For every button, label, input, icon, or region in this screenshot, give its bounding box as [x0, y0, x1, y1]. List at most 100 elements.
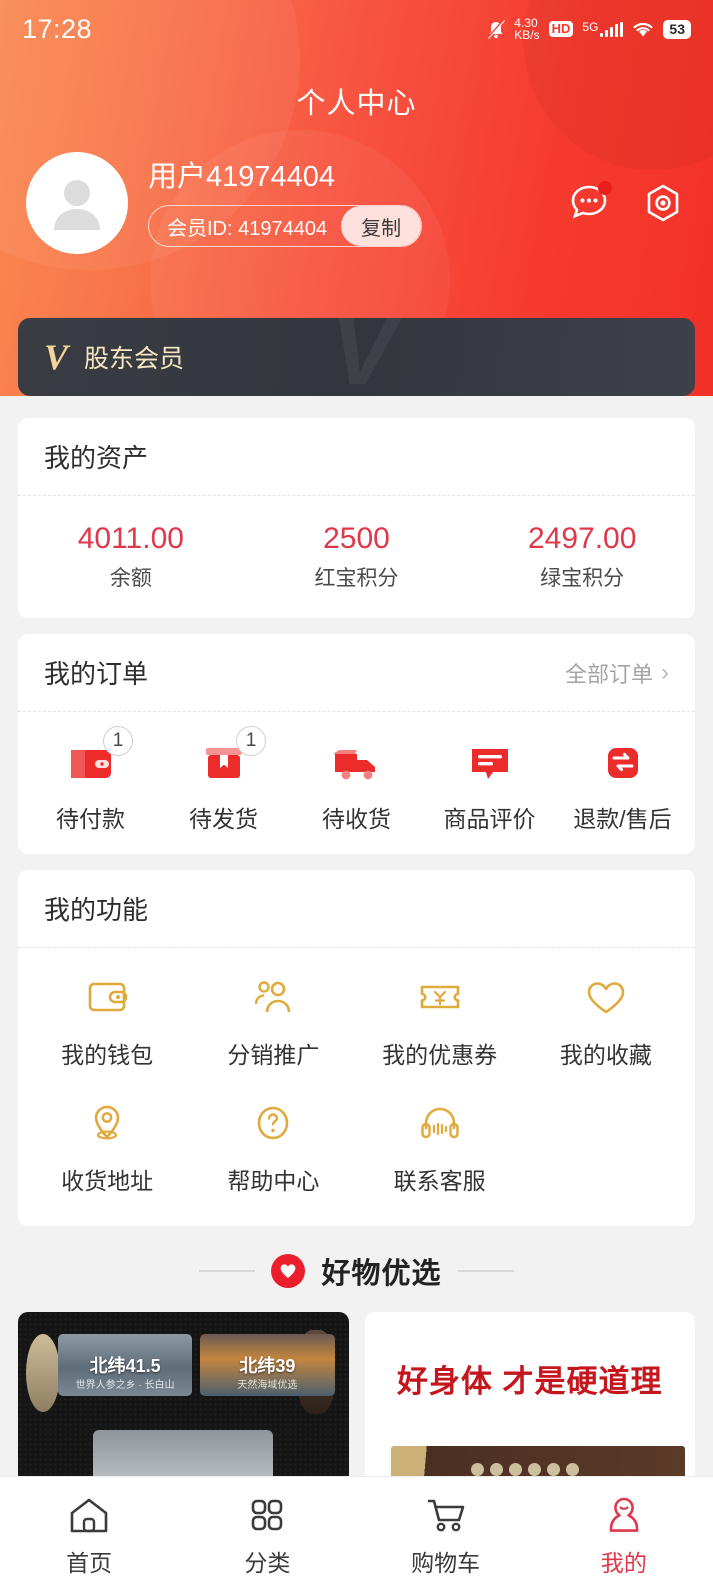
wifi-icon [632, 20, 654, 38]
function-item-favorites[interactable]: 我的收藏 [523, 970, 689, 1070]
asset-item[interactable]: 2497.00 绿宝积分 [469, 520, 695, 592]
tab-category[interactable]: 分类 [178, 1492, 356, 1578]
recommend-title: 好物优选 [321, 1258, 442, 1290]
asset-label: 余额 [109, 567, 152, 590]
asset-item[interactable]: 4011.00 余额 [18, 520, 244, 592]
settings-hexagon-icon[interactable] [639, 179, 687, 227]
function-label: 帮助中心 [227, 1168, 320, 1194]
function-label: 收货地址 [61, 1168, 154, 1194]
orders-card-header: 我的订单 全部订单 › [18, 634, 695, 712]
wallet-icon [24, 734, 157, 790]
vip-ghost-logo: V [330, 318, 395, 396]
tab-home[interactable]: 首页 [0, 1492, 178, 1578]
member-id-label: 会员ID: 41974404 [167, 217, 328, 240]
order-label: 商品评价 [443, 806, 536, 832]
function-label: 我的收藏 [559, 1042, 652, 1068]
order-item-pending-payment[interactable]: 1 待付款 [24, 726, 157, 834]
goods-list: 北纬41.5 世界人参之乡 · 长白山 北纬39 天然海域优选 好身体 才是硬道… [0, 1312, 713, 1492]
function-item-service[interactable]: 联系客服 [357, 1096, 523, 1196]
tab-profile[interactable]: 我的 [535, 1492, 713, 1578]
order-item-refund[interactable]: 退款/售后 [556, 734, 689, 834]
all-orders-label: 全部订单 [564, 661, 653, 687]
box-dot [470, 1462, 484, 1476]
order-item-pending-receipt[interactable]: 待收货 [290, 734, 423, 834]
orders-title: 我的订单 [44, 659, 149, 689]
order-item-review[interactable]: 商品评价 [423, 734, 556, 834]
order-label: 退款/售后 [573, 806, 672, 832]
page-title: 个人中心 [296, 88, 417, 120]
tab-label: 购物车 [411, 1550, 481, 1576]
header-actions [565, 179, 687, 227]
asset-value: 2500 [323, 522, 390, 555]
refund-icon [556, 734, 689, 790]
signal-strength-bars [600, 21, 624, 37]
function-item-coupon[interactable]: 我的优惠券 [357, 970, 523, 1070]
people-icon [190, 970, 356, 1024]
avatar[interactable] [26, 152, 128, 254]
good-card-white[interactable]: 好身体 才是硬道理 [364, 1312, 695, 1492]
function-label: 分销推广 [227, 1042, 320, 1068]
order-item-pending-shipment[interactable]: 1 待发货 [157, 726, 290, 834]
chevron-right-icon: › [661, 658, 669, 686]
message-icon[interactable] [565, 179, 613, 227]
grid-icon [178, 1492, 356, 1538]
asset-value: 2497.00 [527, 522, 637, 555]
status-time: 17:28 [22, 13, 93, 44]
order-label: 待收货 [322, 806, 391, 832]
user-block: 用户41974404 会员ID: 41974404 复制 [0, 122, 713, 254]
function-item-address[interactable]: 收货地址 [24, 1096, 190, 1196]
box-dot [565, 1462, 579, 1476]
order-badge: 1 [236, 726, 266, 756]
bottom-nav: 首页 分类 购物车 我的 [0, 1476, 713, 1593]
function-label: 联系客服 [393, 1168, 486, 1194]
function-label: 我的优惠券 [382, 1042, 498, 1068]
order-badge: 1 [103, 726, 133, 756]
good-banner-1: 北纬41.5 世界人参之乡 · 长白山 [58, 1334, 193, 1396]
user-name: 用户41974404 [148, 161, 336, 193]
good-card-banners: 北纬41.5 世界人参之乡 · 长白山 北纬39 天然海域优选 [18, 1312, 349, 1396]
assets-title: 我的资产 [44, 443, 149, 473]
all-orders-link[interactable]: 全部订单 › [565, 657, 669, 689]
tab-label: 我的 [600, 1550, 647, 1576]
function-item-empty [523, 1096, 689, 1196]
assets-list: 4011.00 余额 2500 红宝积分 2497.00 绿宝积分 [18, 496, 695, 618]
asset-item[interactable]: 2500 红宝积分 [244, 520, 470, 592]
page-header: 17:28 4.30 KB/s HD 5G 53 个人中心 用户41974404… [0, 0, 713, 396]
heart-outline-icon [523, 970, 689, 1024]
good-card-dark[interactable]: 北纬41.5 世界人参之乡 · 长白山 北纬39 天然海域优选 [18, 1312, 349, 1492]
function-item-help[interactable]: 帮助中心 [190, 1096, 356, 1196]
good-card-headline: 好身体 才是硬道理 [396, 1364, 663, 1399]
good-banner-2-title: 北纬39 [239, 1356, 296, 1376]
box-dot [508, 1462, 522, 1476]
function-item-promotion[interactable]: 分销推广 [190, 970, 356, 1070]
vip-banner[interactable]: V V 股东会员 [18, 318, 695, 396]
vip-logo-icon: V [44, 337, 69, 377]
functions-row-2: 收货地址 帮助中心 联系客服 [24, 1096, 689, 1196]
tab-cart[interactable]: 购物车 [357, 1492, 535, 1578]
asset-value: 4011.00 [77, 522, 184, 555]
tab-label: 分类 [244, 1550, 291, 1576]
box-dot [489, 1462, 503, 1476]
functions-row-1: 我的钱包 分销推广 我的优惠券 我的收藏 [24, 970, 689, 1070]
function-item-wallet[interactable]: 我的钱包 [24, 970, 190, 1070]
package-icon [157, 734, 290, 790]
box-dot [546, 1462, 560, 1476]
functions-grid: 我的钱包 分销推广 我的优惠券 我的收藏 收货地址 帮助中心 联系客服 [18, 948, 695, 1226]
status-bar: 17:28 4.30 KB/s HD 5G 53 [0, 0, 713, 58]
box-dot [527, 1462, 541, 1476]
user-info: 用户41974404 会员ID: 41974404 复制 [148, 159, 555, 247]
cart-icon [357, 1492, 535, 1538]
mute-bell-icon [487, 19, 506, 39]
comment-icon [423, 734, 556, 790]
member-id-pill: 会员ID: 41974404 复制 [148, 205, 423, 247]
heart-circle-icon [271, 1254, 306, 1288]
status-icons: 4.30 KB/s HD 5G 53 [487, 17, 691, 41]
battery-icon: 53 [663, 19, 691, 39]
copy-button[interactable]: 复制 [341, 206, 422, 246]
asset-label: 绿宝积分 [540, 567, 625, 590]
divider-right [457, 1270, 514, 1272]
assets-card: 我的资产 4011.00 余额 2500 红宝积分 2497.00 绿宝积分 [18, 418, 695, 618]
good-banner-2-sub: 天然海域优选 [237, 1380, 298, 1391]
network-type-label: 5G [582, 19, 599, 34]
location-pin-icon [24, 1096, 190, 1150]
